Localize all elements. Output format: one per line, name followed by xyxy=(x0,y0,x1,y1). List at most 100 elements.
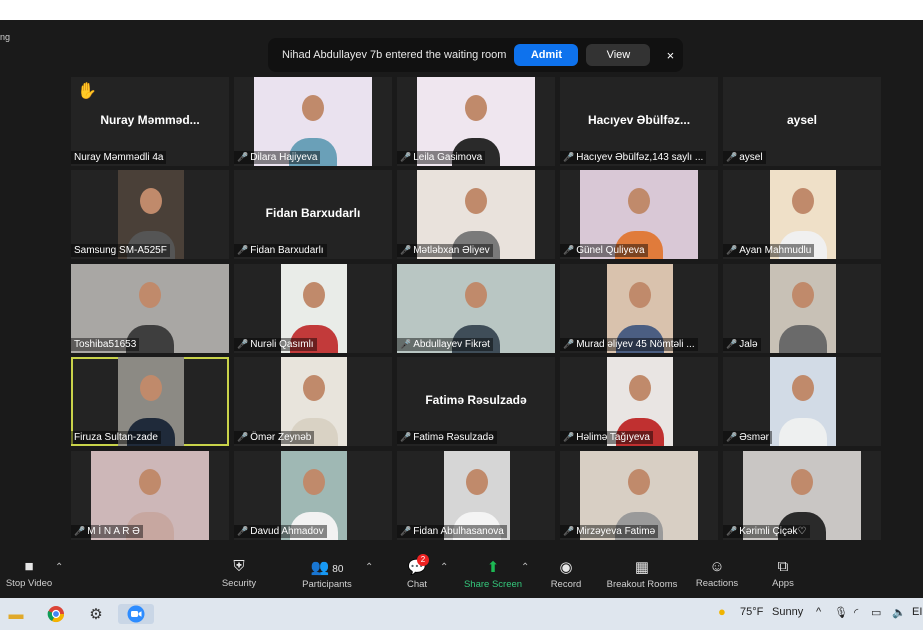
chat-button[interactable]: 💬 2 Chat xyxy=(403,554,431,590)
muted-mic-icon: 🎤 xyxy=(400,432,412,442)
muted-mic-icon: 🎤 xyxy=(237,245,249,255)
participant-tile[interactable]: 🎤 Ömər Zeynəb xyxy=(234,357,392,446)
muted-mic-icon: 🎤 xyxy=(726,526,738,536)
participant-tile[interactable]: 🎤 Nurəli Qasımlı xyxy=(234,264,392,353)
record-button[interactable]: ◉ Record xyxy=(548,558,584,590)
participant-tile[interactable]: 🎤 Fidan Abulhasanova xyxy=(397,451,555,540)
weather-sun-icon: ● xyxy=(718,604,726,619)
participant-nameplate: 🎤 Nurəli Qasımlı xyxy=(234,338,317,351)
muted-mic-icon: 🎤 xyxy=(726,245,738,255)
participant-tile[interactable]: Fatimə Rəsulzadə 🎤 Fatimə Rəsulzadə xyxy=(397,357,555,446)
participants-options-chevron-icon[interactable]: ⌃ xyxy=(365,562,373,573)
muted-mic-icon: 🎤 xyxy=(726,152,738,162)
participant-nameplate: 🎤 Davud Ahmadov xyxy=(234,525,327,538)
stop-video-button[interactable]: ■ Stop Video xyxy=(4,558,54,589)
participant-nameplate: 🎤 Dilara Hajiyeva xyxy=(234,151,321,164)
wifi-icon[interactable]: ◜ xyxy=(854,606,858,619)
participant-tile[interactable]: aysel 🎤 aysel xyxy=(723,77,881,166)
security-button[interactable]: ⛨ Security xyxy=(218,558,260,589)
participant-tile[interactable]: 🎤 Kərimli Çiçək♡ xyxy=(723,451,881,540)
participant-tile[interactable]: 🎤 Əsmər xyxy=(723,357,881,446)
participant-tile[interactable]: 🎤 Murad əliyev 45 Nömtəli ... xyxy=(560,264,718,353)
reactions-button[interactable]: ☺ Reactions xyxy=(694,558,740,589)
file-explorer-icon[interactable]: ▬ xyxy=(5,604,27,624)
participant-nameplate: 🎤 Mirzəyeva Fatimə xyxy=(560,525,659,538)
participants-button[interactable]: 👥 80 Participants xyxy=(298,558,356,590)
participant-face xyxy=(302,95,324,121)
participant-tile[interactable]: 🎤 Günel Quliyeva xyxy=(560,170,718,259)
participant-name: Əsmər xyxy=(739,432,769,443)
muted-mic-icon: 🎤 xyxy=(400,152,412,162)
share-screen-label: Share Screen xyxy=(463,579,523,590)
participant-nameplate: 🎤 Murad əliyev 45 Nömtəli ... xyxy=(560,338,698,351)
participant-nameplate: 🎤 Leila Gasimova xyxy=(397,151,486,164)
microphone-icon[interactable]: 🎙 xyxy=(834,606,848,619)
participant-tile[interactable]: 🎤 Leila Gasimova xyxy=(397,77,555,166)
weather-description[interactable]: Sunny xyxy=(772,606,803,618)
volume-icon[interactable]: 🔈 xyxy=(892,606,906,619)
chrome-icon[interactable] xyxy=(45,604,67,624)
tray-chevron-icon[interactable]: ^ xyxy=(816,606,821,618)
participant-tile[interactable]: Toshiba51653 xyxy=(71,264,229,353)
participant-name: Hacıyev Əbülfəz,143 saylı ... xyxy=(576,152,704,163)
participant-tile[interactable]: Hacıyev Əbülfəz... 🎤 Hacıyev Əbülfəz,143 s… xyxy=(560,77,718,166)
participant-face xyxy=(791,469,813,495)
share-options-chevron-icon[interactable]: ⌃ xyxy=(521,562,529,573)
participant-nameplate: 🎤 Əsmər xyxy=(723,431,772,444)
participant-name: Toshiba51653 xyxy=(74,339,137,350)
participant-video xyxy=(770,264,836,353)
participant-tile[interactable]: Firuza Sultan-zade xyxy=(71,357,229,446)
close-icon[interactable]: × xyxy=(662,48,678,63)
muted-mic-icon: 🎤 xyxy=(237,152,249,162)
waiting-room-message: Nihad Abdullayev 7b entered the waiting … xyxy=(282,49,507,61)
participant-face xyxy=(628,469,650,495)
shield-icon: ⛨ xyxy=(233,558,245,575)
muted-mic-icon: 🎤 xyxy=(400,339,412,349)
raised-hand-icon: ✋ xyxy=(77,83,97,100)
settings-gear-icon[interactable]: ⚙ xyxy=(85,604,107,624)
participant-body xyxy=(779,418,827,446)
participant-tile[interactable]: Samsung SM-A525F xyxy=(71,170,229,259)
muted-mic-icon: 🎤 xyxy=(726,339,738,349)
chat-label: Chat xyxy=(406,579,428,590)
participant-face xyxy=(140,188,162,214)
participant-nameplate: 🎤 Abdullayev Fikrət xyxy=(397,338,493,351)
muted-mic-icon: 🎤 xyxy=(563,339,575,349)
participant-tile[interactable]: 🎤 Dilara Hajiyeva xyxy=(234,77,392,166)
zoom-app-icon[interactable] xyxy=(118,604,154,624)
participant-name: Nuray Məmmədli 4a xyxy=(74,152,164,163)
muted-mic-icon: 🎤 xyxy=(74,526,86,536)
battery-icon[interactable]: ▭ xyxy=(871,606,881,619)
chat-options-chevron-icon[interactable]: ⌃ xyxy=(440,562,448,573)
participant-face xyxy=(465,188,487,214)
language-indicator[interactable]: EI xyxy=(912,606,922,618)
participant-tile[interactable]: Fidan Barxudarlı 🎤 Fidan Barxudarlı xyxy=(234,170,392,259)
participant-tile[interactable]: 🎤 Davud Ahmadov xyxy=(234,451,392,540)
participant-tile[interactable]: 🎤 Abdullayev Fikrət xyxy=(397,264,555,353)
video-options-chevron-icon[interactable]: ⌃ xyxy=(55,562,63,573)
participant-face xyxy=(465,95,487,121)
participant-name: Həlimə Tağıyeva xyxy=(576,432,650,443)
view-button[interactable]: View xyxy=(586,44,651,66)
breakout-rooms-button[interactable]: ▦ Breakout Rooms xyxy=(604,558,680,590)
participant-face xyxy=(792,188,814,214)
record-icon: ◉ xyxy=(559,559,573,576)
participant-nameplate: 🎤 Fidan Abulhasanova xyxy=(397,525,507,538)
participant-name: Ömər Zeynəb xyxy=(250,432,312,443)
weather-temperature[interactable]: 75°F xyxy=(740,606,763,618)
meeting-toolbar: ■ Stop Video ⌃ ⛨ Security 👥 80 Participan… xyxy=(0,550,923,598)
participant-tile[interactable]: Nuray Məmməd... ✋ Nuray Məmmədli 4a xyxy=(71,77,229,166)
participant-tile[interactable]: 🎤 Ayan Mahmudlu xyxy=(723,170,881,259)
participant-tile[interactable]: 🎤 Həlimə Tağıyeva xyxy=(560,357,718,446)
admit-button[interactable]: Admit xyxy=(514,44,579,66)
participant-tile[interactable]: 🎤 Jalə xyxy=(723,264,881,353)
windows-taskbar: ▬ ⚙ ● 75°F Sunny ^ 🎙 ◜ ▭ 🔈 EI xyxy=(0,598,923,630)
participant-name: Fidan Abulhasanova xyxy=(413,526,504,537)
participant-display-name: Nuray Məmməd... xyxy=(100,113,200,127)
participant-tile[interactable]: 🎤 Mətləbxan Əliyev xyxy=(397,170,555,259)
participant-tile[interactable]: 🎤 M İ N A R Ə xyxy=(71,451,229,540)
people-icon: 👥 80 xyxy=(310,559,344,576)
share-screen-button[interactable]: ⬆ Share Screen xyxy=(462,558,524,590)
participant-tile[interactable]: 🎤 Mirzəyeva Fatimə xyxy=(560,451,718,540)
apps-button[interactable]: ⧉ Apps xyxy=(768,558,798,589)
